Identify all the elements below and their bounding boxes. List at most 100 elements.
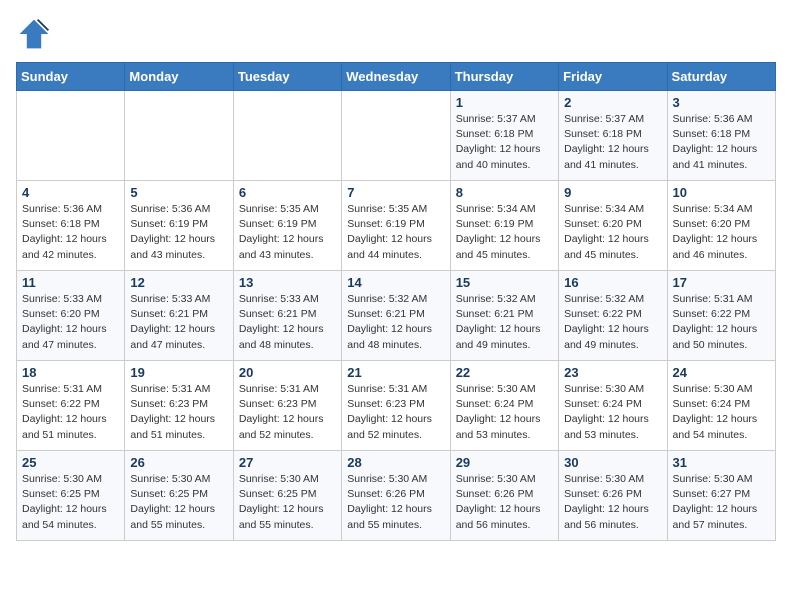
day-number: 3 — [673, 95, 770, 110]
table-row: 1 Sunrise: 5:37 AMSunset: 6:18 PMDaylight… — [450, 91, 558, 181]
col-header-sunday: Sunday — [17, 63, 125, 91]
table-row: 29 Sunrise: 5:30 AMSunset: 6:26 PMDayligh… — [450, 451, 558, 541]
day-number: 9 — [564, 185, 661, 200]
table-row: 17 Sunrise: 5:31 AMSunset: 6:22 PMDayligh… — [667, 271, 775, 361]
calendar-week-1: 1 Sunrise: 5:37 AMSunset: 6:18 PMDaylight… — [17, 91, 776, 181]
day-number: 1 — [456, 95, 553, 110]
day-number: 21 — [347, 365, 444, 380]
day-number: 16 — [564, 275, 661, 290]
table-row: 14 Sunrise: 5:32 AMSunset: 6:21 PMDayligh… — [342, 271, 450, 361]
day-info: Sunrise: 5:31 AMSunset: 6:22 PMDaylight:… — [22, 382, 119, 443]
day-info: Sunrise: 5:33 AMSunset: 6:21 PMDaylight:… — [130, 292, 227, 353]
day-info: Sunrise: 5:33 AMSunset: 6:20 PMDaylight:… — [22, 292, 119, 353]
table-row: 31 Sunrise: 5:30 AMSunset: 6:27 PMDayligh… — [667, 451, 775, 541]
table-row: 2 Sunrise: 5:37 AMSunset: 6:18 PMDaylight… — [559, 91, 667, 181]
table-row: 21 Sunrise: 5:31 AMSunset: 6:23 PMDayligh… — [342, 361, 450, 451]
table-row: 6 Sunrise: 5:35 AMSunset: 6:19 PMDaylight… — [233, 181, 341, 271]
table-row: 30 Sunrise: 5:30 AMSunset: 6:26 PMDayligh… — [559, 451, 667, 541]
table-row: 9 Sunrise: 5:34 AMSunset: 6:20 PMDaylight… — [559, 181, 667, 271]
day-info: Sunrise: 5:30 AMSunset: 6:26 PMDaylight:… — [564, 472, 661, 533]
day-info: Sunrise: 5:30 AMSunset: 6:24 PMDaylight:… — [673, 382, 770, 443]
day-info: Sunrise: 5:30 AMSunset: 6:24 PMDaylight:… — [456, 382, 553, 443]
day-info: Sunrise: 5:34 AMSunset: 6:19 PMDaylight:… — [456, 202, 553, 263]
table-row: 15Sunrise: 5:32 AMSunset: 6:21 PMDayligh… — [450, 271, 558, 361]
day-number: 31 — [673, 455, 770, 470]
table-row: 10 Sunrise: 5:34 AMSunset: 6:20 PMDayligh… — [667, 181, 775, 271]
day-info: Sunrise: 5:32 AMSunset: 6:22 PMDaylight:… — [564, 292, 661, 353]
col-header-tuesday: Tuesday — [233, 63, 341, 91]
table-row — [17, 91, 125, 181]
day-number: 28 — [347, 455, 444, 470]
table-row: 22 Sunrise: 5:30 AMSunset: 6:24 PMDayligh… — [450, 361, 558, 451]
day-info: Sunrise: 5:30 AMSunset: 6:25 PMDaylight:… — [130, 472, 227, 533]
day-number: 15 — [456, 275, 553, 290]
day-number: 17 — [673, 275, 770, 290]
day-number: 12 — [130, 275, 227, 290]
day-number: 27 — [239, 455, 336, 470]
table-row: 25Sunrise: 5:30 AMSunset: 6:25 PMDayligh… — [17, 451, 125, 541]
day-number: 22 — [456, 365, 553, 380]
table-row: 20 Sunrise: 5:31 AMSunset: 6:23 PMDayligh… — [233, 361, 341, 451]
day-number: 20 — [239, 365, 336, 380]
day-info: Sunrise: 5:33 AMSunset: 6:21 PMDaylight:… — [239, 292, 336, 353]
table-row: 8 Sunrise: 5:34 AMSunset: 6:19 PMDaylight… — [450, 181, 558, 271]
day-number: 14 — [347, 275, 444, 290]
calendar-week-4: 18Sunrise: 5:31 AMSunset: 6:22 PMDayligh… — [17, 361, 776, 451]
day-info: Sunrise: 5:30 AMSunset: 6:25 PMDaylight:… — [22, 472, 119, 533]
page-header — [16, 16, 776, 52]
day-number: 2 — [564, 95, 661, 110]
day-info: Sunrise: 5:34 AMSunset: 6:20 PMDaylight:… — [564, 202, 661, 263]
day-info: Sunrise: 5:37 AMSunset: 6:18 PMDaylight:… — [456, 112, 553, 173]
day-info: Sunrise: 5:36 AMSunset: 6:18 PMDaylight:… — [22, 202, 119, 263]
day-info: Sunrise: 5:34 AMSunset: 6:20 PMDaylight:… — [673, 202, 770, 263]
table-row: 23Sunrise: 5:30 AMSunset: 6:24 PMDayligh… — [559, 361, 667, 451]
day-number: 13 — [239, 275, 336, 290]
col-header-wednesday: Wednesday — [342, 63, 450, 91]
calendar-table: SundayMondayTuesdayWednesdayThursdayFrid… — [16, 62, 776, 541]
day-number: 7 — [347, 185, 444, 200]
col-header-thursday: Thursday — [450, 63, 558, 91]
table-row — [342, 91, 450, 181]
day-info: Sunrise: 5:31 AMSunset: 6:22 PMDaylight:… — [673, 292, 770, 353]
col-header-saturday: Saturday — [667, 63, 775, 91]
col-header-friday: Friday — [559, 63, 667, 91]
table-row: 19Sunrise: 5:31 AMSunset: 6:23 PMDayligh… — [125, 361, 233, 451]
table-row: 27 Sunrise: 5:30 AMSunset: 6:25 PMDayligh… — [233, 451, 341, 541]
day-info: Sunrise: 5:31 AMSunset: 6:23 PMDaylight:… — [347, 382, 444, 443]
table-row: 12 Sunrise: 5:33 AMSunset: 6:21 PMDayligh… — [125, 271, 233, 361]
day-number: 6 — [239, 185, 336, 200]
day-info: Sunrise: 5:30 AMSunset: 6:26 PMDaylight:… — [347, 472, 444, 533]
day-number: 5 — [130, 185, 227, 200]
table-row: 3 Sunrise: 5:36 AMSunset: 6:18 PMDaylight… — [667, 91, 775, 181]
day-info: Sunrise: 5:30 AMSunset: 6:25 PMDaylight:… — [239, 472, 336, 533]
day-info: Sunrise: 5:31 AMSunset: 6:23 PMDaylight:… — [239, 382, 336, 443]
day-number: 29 — [456, 455, 553, 470]
day-info: Sunrise: 5:30 AMSunset: 6:27 PMDaylight:… — [673, 472, 770, 533]
table-row: 11 Sunrise: 5:33 AMSunset: 6:20 PMDayligh… — [17, 271, 125, 361]
table-row: 26Sunrise: 5:30 AMSunset: 6:25 PMDayligh… — [125, 451, 233, 541]
calendar-week-3: 11 Sunrise: 5:33 AMSunset: 6:20 PMDayligh… — [17, 271, 776, 361]
table-row: 7 Sunrise: 5:35 AMSunset: 6:19 PMDaylight… — [342, 181, 450, 271]
day-number: 30 — [564, 455, 661, 470]
logo-icon — [16, 16, 52, 52]
col-header-monday: Monday — [125, 63, 233, 91]
table-row: 5 Sunrise: 5:36 AMSunset: 6:19 PMDaylight… — [125, 181, 233, 271]
day-info: Sunrise: 5:35 AMSunset: 6:19 PMDaylight:… — [239, 202, 336, 263]
day-number: 8 — [456, 185, 553, 200]
day-info: Sunrise: 5:32 AMSunset: 6:21 PMDaylight:… — [347, 292, 444, 353]
day-info: Sunrise: 5:37 AMSunset: 6:18 PMDaylight:… — [564, 112, 661, 173]
day-info: Sunrise: 5:35 AMSunset: 6:19 PMDaylight:… — [347, 202, 444, 263]
calendar-week-5: 25Sunrise: 5:30 AMSunset: 6:25 PMDayligh… — [17, 451, 776, 541]
day-number: 10 — [673, 185, 770, 200]
day-info: Sunrise: 5:30 AMSunset: 6:26 PMDaylight:… — [456, 472, 553, 533]
day-info: Sunrise: 5:36 AMSunset: 6:19 PMDaylight:… — [130, 202, 227, 263]
table-row — [125, 91, 233, 181]
day-number: 24 — [673, 365, 770, 380]
day-info: Sunrise: 5:31 AMSunset: 6:23 PMDaylight:… — [130, 382, 227, 443]
day-info: Sunrise: 5:36 AMSunset: 6:18 PMDaylight:… — [673, 112, 770, 173]
table-row: 13 Sunrise: 5:33 AMSunset: 6:21 PMDayligh… — [233, 271, 341, 361]
day-number: 23 — [564, 365, 661, 380]
calendar-week-2: 4 Sunrise: 5:36 AMSunset: 6:18 PMDaylight… — [17, 181, 776, 271]
day-number: 4 — [22, 185, 119, 200]
day-number: 11 — [22, 275, 119, 290]
